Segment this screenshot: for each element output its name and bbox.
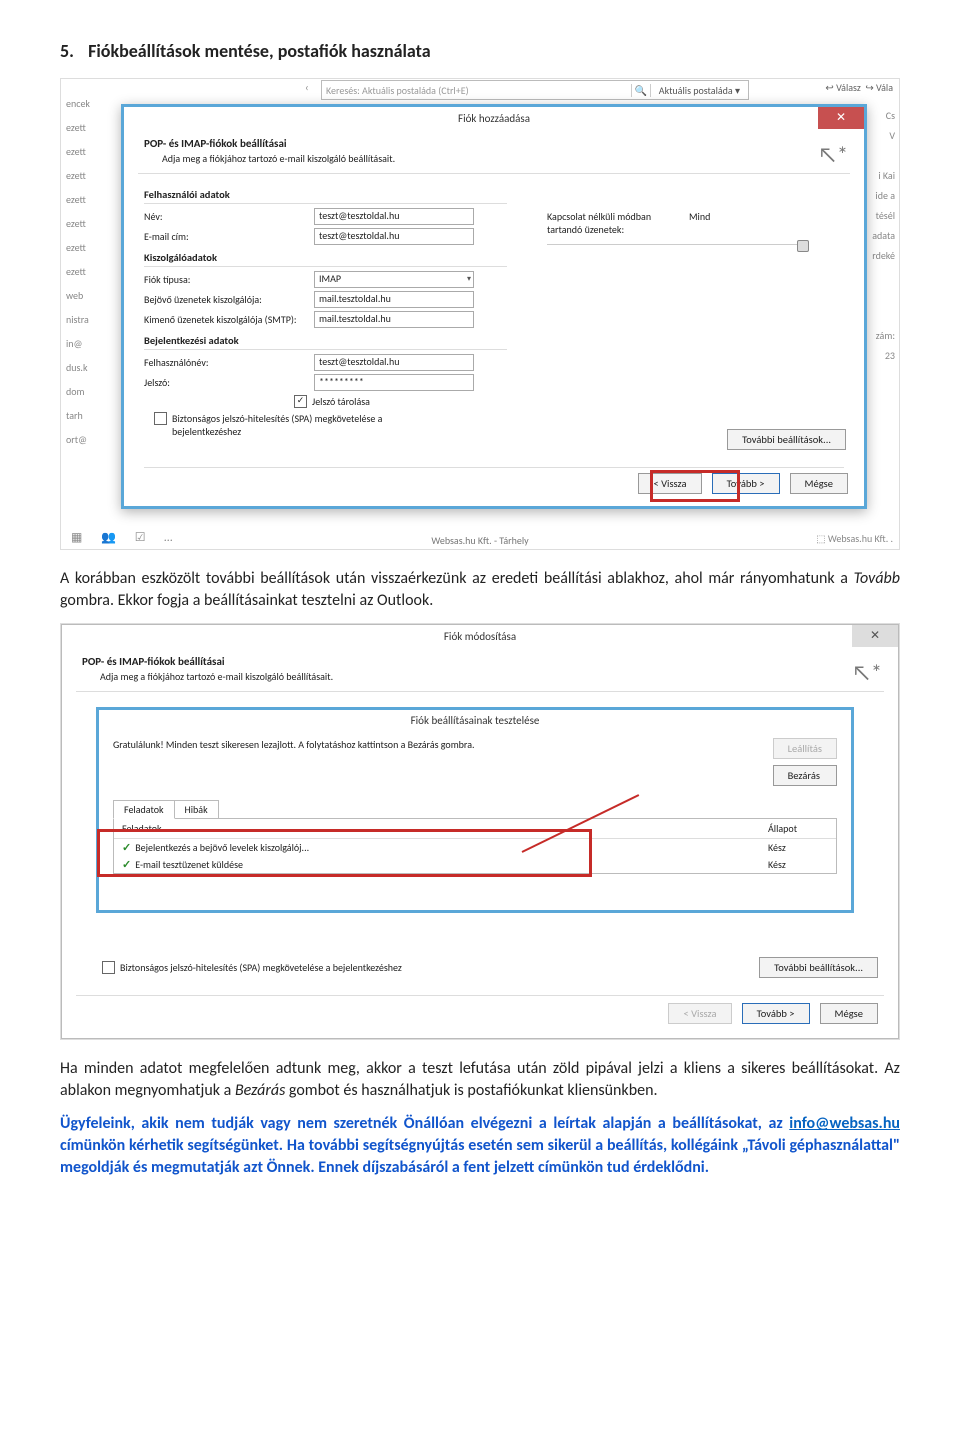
username-field[interactable]: teszt@tesztoldal.hu — [314, 354, 474, 371]
screenshot-add-account: ‹ Keresés: Aktuális postaláda (Ctrl+E) 🔍… — [60, 78, 900, 550]
close-test-button[interactable]: Bezárás — [773, 765, 837, 786]
screenshot-test-account: Fiók módosítása ✕ POP- és IMAP-fiókok be… — [60, 623, 900, 1040]
search-icon[interactable]: 🔍 — [631, 84, 650, 97]
close-icon[interactable]: ✕ — [852, 625, 898, 647]
modal-titlebar: Fiók hozzáadása ✕ — [124, 107, 864, 129]
name-field[interactable]: teszt@tesztoldal.hu — [314, 208, 474, 225]
contact-email-link[interactable]: info@websas.hu — [789, 1114, 900, 1133]
chevron-down-icon: ▾ — [467, 274, 471, 284]
test-dialog: Fiók beállításainak tesztelése Gratulálu… — [96, 707, 854, 913]
paragraph-2: Ha minden adatot megfelelően adtunk meg,… — [60, 1058, 900, 1101]
collapse-icon[interactable]: ‹ — [305, 81, 309, 94]
next-button[interactable]: Tovább > — [712, 473, 780, 494]
cancel-button[interactable]: Mégse — [790, 473, 848, 494]
spa-checkbox[interactable] — [102, 961, 115, 974]
window-title-status: Websas.hu Kft. - Tárhely — [61, 534, 899, 547]
check-icon: ✓ — [122, 858, 131, 871]
wizard-cursor-icon: ↖* — [852, 659, 882, 686]
wizard-cursor-icon: ↖* — [818, 141, 848, 168]
stop-button: Leállítás — [773, 738, 837, 759]
add-account-modal: Fiók hozzáadása ✕ POP- és IMAP-fiókok be… — [121, 104, 867, 509]
doc-heading: 5. Fiókbeállítások mentése, postafiók ha… — [60, 40, 900, 62]
paragraph-3-contact: Ügyfeleink, akik nem tudják vagy nem sze… — [60, 1113, 900, 1178]
next-button[interactable]: Tovább > — [742, 1003, 810, 1024]
table-row: ✓Bejelentkezés a bejövő levelek kiszolgá… — [114, 839, 836, 856]
cancel-button[interactable]: Mégse — [820, 1003, 878, 1024]
email-field[interactable]: teszt@tesztoldal.hu — [314, 228, 474, 245]
account-type-select[interactable]: IMAP▾ — [314, 271, 474, 288]
right-status: ⬚ Websas.hu Kft. . — [816, 532, 893, 545]
paragraph-1: A korábban eszközölt további beállítások… — [60, 568, 900, 611]
save-password-checkbox[interactable]: ✓ — [294, 395, 307, 408]
close-icon[interactable]: ✕ — [818, 107, 864, 129]
reply-buttons[interactable]: ↩ Válasz ↪ Vála — [825, 81, 893, 94]
table-row: ✓E-mail tesztüzenet küldéseKész — [114, 856, 836, 873]
check-icon: ✓ — [122, 841, 131, 854]
spa-checkbox[interactable] — [154, 412, 167, 425]
tab-errors[interactable]: Hibák — [174, 800, 219, 819]
offline-slider[interactable] — [547, 244, 804, 245]
test-dialog-titlebar: Fiók beállításainak tesztelése — [99, 710, 851, 730]
more-settings-button[interactable]: További beállítások... — [759, 957, 878, 978]
search-scope-dropdown[interactable]: Aktuális postaláda ▾ — [650, 84, 748, 97]
tab-tasks[interactable]: Feladatok — [113, 800, 175, 819]
modify-account-modal: Fiók módosítása ✕ POP- és IMAP-fiókok be… — [61, 624, 899, 1039]
password-field[interactable]: ********* — [314, 374, 474, 391]
back-button: < Vissza — [668, 1003, 731, 1024]
section-title: POP- és IMAP-fiókok beállításai — [144, 137, 844, 150]
outgoing-server-field[interactable]: mail.tesztoldal.hu — [314, 311, 474, 328]
modal-titlebar: Fiók módosítása ✕ — [62, 625, 898, 647]
search-input[interactable]: Keresés: Aktuális postaláda (Ctrl+E) 🔍 A… — [321, 80, 749, 100]
back-button[interactable]: < Vissza — [638, 473, 701, 494]
incoming-server-field[interactable]: mail.tesztoldal.hu — [314, 291, 474, 308]
section-subtitle: Adja meg a fiókjához tartozó e-mail kisz… — [162, 152, 844, 165]
more-settings-button[interactable]: További beállítások... — [727, 429, 846, 450]
test-results-table: FeladatokÁllapot ✓Bejelentkezés a bejövő… — [113, 818, 837, 874]
